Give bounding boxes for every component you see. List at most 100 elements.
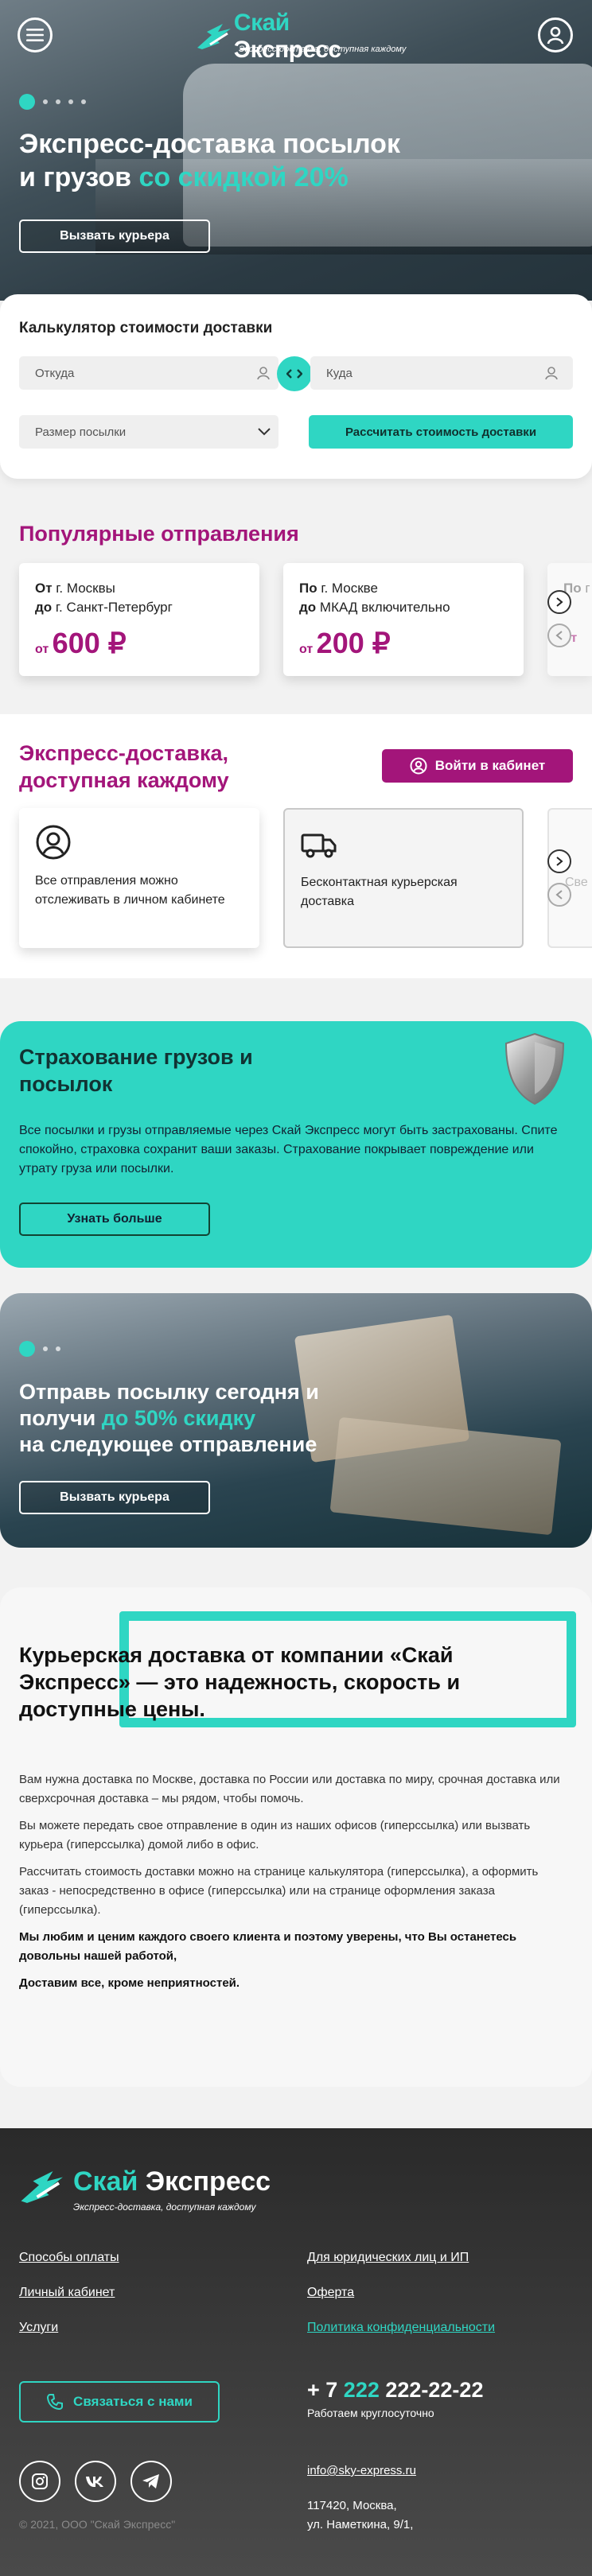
price-value: 600 ₽ [52, 627, 127, 659]
insurance-text: Все посылки и грузы отправляемые через С… [19, 1124, 558, 1175]
about-paragraph-bold: Мы любим и ценим каждого своего клиента … [19, 1930, 517, 1963]
next-arrow-button[interactable] [547, 849, 571, 873]
telegram-button[interactable] [130, 2461, 172, 2502]
price-value: 200 ₽ [316, 627, 391, 659]
slide-dot-4[interactable] [68, 99, 73, 104]
feature-card: Све [547, 808, 592, 948]
hero-title-accent: со скидкой 20% [138, 162, 349, 192]
footer-link-cabinet[interactable]: Личный кабинет [19, 2286, 115, 2300]
slide-dot-2[interactable] [43, 99, 48, 104]
footer-logo[interactable]: Скай Экспресс Экспресс-доставка, доступн… [19, 2163, 306, 2213]
slide-dot-2[interactable] [43, 1346, 48, 1351]
footer-link-legal[interactable]: Для юридических лиц и ИП [307, 2251, 469, 2265]
size-select[interactable]: Размер посылки [19, 415, 278, 449]
footer-link-privacy[interactable]: Политика конфиденциальности [307, 2321, 495, 2335]
footer-tagline: Экспресс-доставка, доступная каждому [73, 2201, 256, 2213]
phone-icon [47, 2394, 64, 2411]
header-logo[interactable]: Скай Экспресс Экспресс-доставка, доступн… [196, 10, 407, 63]
chevron-left-icon [555, 890, 563, 899]
footer-email[interactable]: info@sky-express.ru [307, 2464, 416, 2477]
about-paragraph: Вам нужна доставка по Москве, доставка п… [19, 1773, 560, 1805]
about-paragraph: Вы можете передать свое отправление в од… [19, 1819, 531, 1851]
from-placeholder: Откуда [35, 366, 75, 380]
popular-card[interactable]: По г. Москве до МКАД включительно от 200… [283, 563, 524, 676]
popular-card[interactable]: От г. Москвы до г. Санкт-Петербург от 60… [19, 563, 259, 676]
user-outline-icon [257, 367, 270, 380]
logo-bird-icon [21, 2171, 63, 2203]
truck-icon [301, 833, 337, 858]
prev-arrow-button[interactable] [547, 883, 571, 907]
contact-us-label: Связаться с нами [73, 2394, 193, 2409]
next-arrow-button[interactable] [547, 590, 571, 614]
chevron-right-icon [556, 857, 563, 866]
chevron-left-icon [555, 631, 563, 640]
from-field[interactable]: Откуда [19, 356, 278, 390]
insurance-title: Страхование грузов и посылок [19, 1045, 253, 1096]
instagram-icon [32, 2473, 48, 2489]
slide-dot-3[interactable] [56, 1346, 60, 1351]
feature-text: Все отправления можно отслеживать в личн… [35, 874, 225, 907]
hero-title: Экспресс-доставка посылок и грузов со ск… [19, 127, 544, 194]
popular-title: Популярные отправления [19, 522, 299, 546]
card-prefix: По [299, 581, 317, 596]
account-button[interactable] [538, 17, 573, 52]
card-to: до г. Санкт-Петербург [35, 600, 173, 616]
user-outline-icon [545, 367, 558, 380]
card-prefix: От [35, 581, 53, 596]
popular-card[interactable]: По г от [547, 563, 592, 676]
card-from: По г. Москве [299, 581, 378, 596]
feature-card: Бесконтактная курьерская доставка [283, 808, 524, 948]
slide-dot-5[interactable] [81, 99, 86, 104]
slide-dot-1[interactable] [19, 94, 35, 110]
vk-icon [86, 2477, 103, 2487]
hero-slider-dots [19, 94, 86, 110]
card-from: От г. Москвы [35, 581, 115, 596]
calculate-button[interactable]: Рассчитать стоимость доставки [309, 415, 573, 449]
card-to: до МКАД включительно [299, 600, 450, 616]
footer-wordmark: Скай Экспресс [73, 2166, 271, 2197]
call-courier-button[interactable]: Вызвать курьера [19, 220, 210, 253]
chevron-down-icon [258, 428, 271, 436]
card-prefix: до [299, 600, 317, 615]
to-field[interactable]: Куда [310, 356, 573, 390]
slide-dot-3[interactable] [56, 99, 60, 104]
learn-more-button[interactable]: Узнать больше [19, 1203, 210, 1236]
telegram-icon [142, 2474, 159, 2489]
promo-call-courier-button[interactable]: Вызвать курьера [19, 1481, 210, 1514]
footer-link-services[interactable]: Услуги [19, 2321, 58, 2335]
logo-part1: Скай [233, 10, 290, 36]
contact-us-button[interactable]: Связаться с нами [19, 2381, 220, 2423]
slide-dot-1[interactable] [19, 1341, 35, 1357]
prev-arrow-button[interactable] [547, 624, 571, 647]
logo-tagline: Экспресс-доставка, доступная каждому [239, 45, 407, 54]
promo-slider-dots [19, 1341, 60, 1357]
footer-link-offer[interactable]: Оферта [307, 2286, 354, 2300]
user-icon [547, 26, 564, 45]
vk-button[interactable] [75, 2461, 116, 2502]
card-city: г [581, 581, 590, 596]
promo-line3: на следующее отправление [19, 1432, 317, 1456]
footer-link-payment[interactable]: Способы оплаты [19, 2251, 119, 2265]
card-city: г. Москвы [52, 581, 115, 596]
footer-phone[interactable]: + 7 222 222-22-22 [307, 2378, 483, 2403]
logo-bird-icon [197, 24, 231, 49]
logo-part1: Скай [73, 2166, 138, 2197]
logo-wordmark: Скай Экспресс [234, 10, 403, 64]
address-line1: 117420, Москва, [307, 2499, 397, 2512]
features-title: Экспресс-доставка, доступная каждому [19, 740, 229, 794]
feature-text: Бесконтактная курьерская доставка [301, 876, 458, 908]
swap-button[interactable] [277, 356, 312, 391]
card-price: от 200 ₽ [299, 627, 391, 660]
instagram-button[interactable] [19, 2461, 60, 2502]
menu-button[interactable] [18, 17, 53, 52]
card-price: от 600 ₽ [35, 627, 127, 660]
promo-title: Отправь посылку сегодня и получи до 50% … [19, 1379, 465, 1458]
cabinet-button[interactable]: Войти в кабинет [382, 749, 573, 783]
cabinet-button-label: Войти в кабинет [434, 758, 546, 773]
hero-title-plain: и грузов [19, 162, 139, 192]
swap-arrows-icon [286, 369, 302, 379]
price-prefix: от [299, 643, 314, 656]
shield-icon [504, 1032, 565, 1105]
chevron-right-icon [556, 597, 563, 607]
phone-number: 222-22-22 [379, 2378, 484, 2402]
